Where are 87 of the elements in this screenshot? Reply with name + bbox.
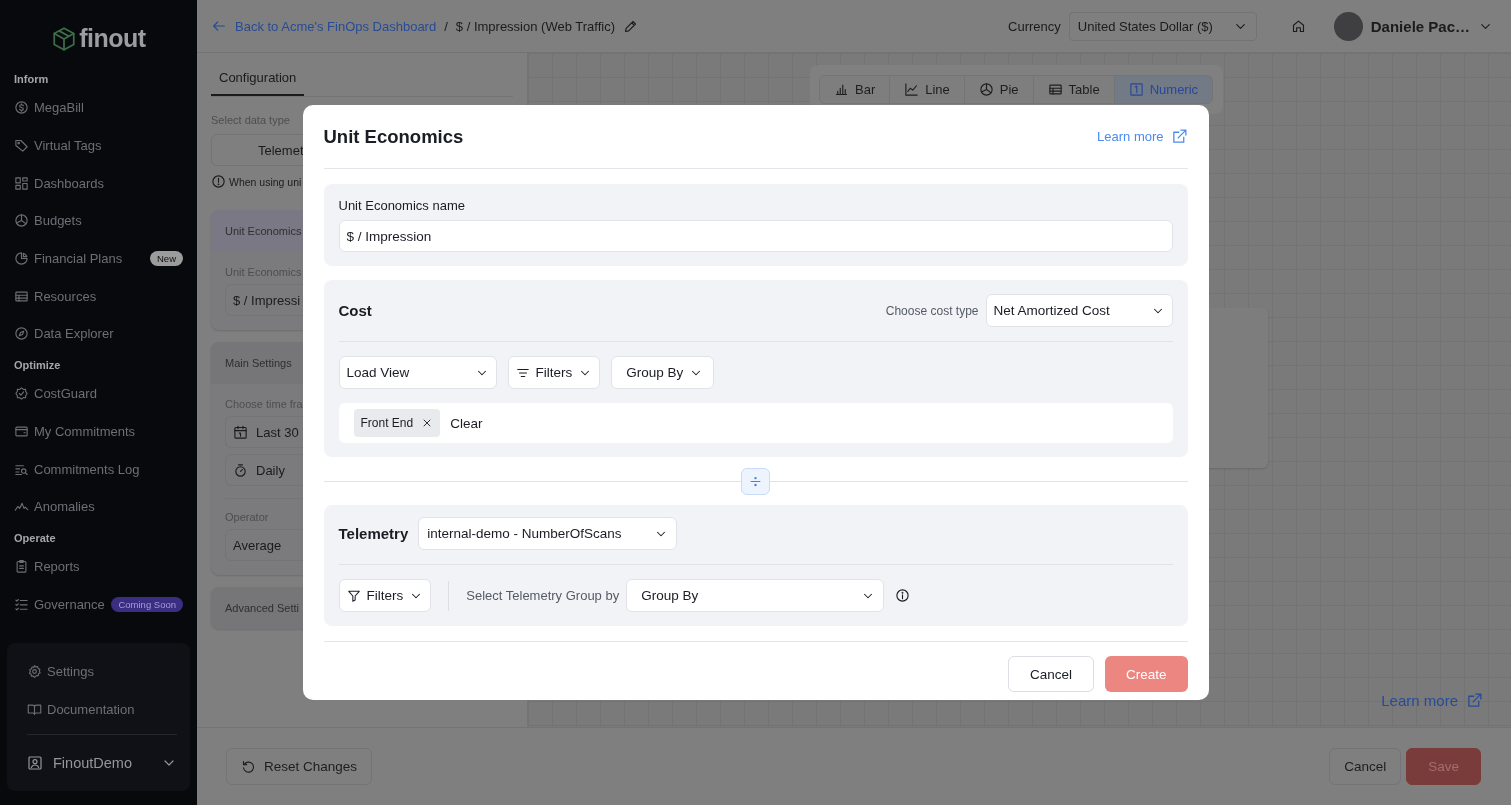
nav-item[interactable]: Dashboards (34, 175, 183, 191)
calendar-icon (233, 424, 248, 440)
checklist-icon (14, 596, 29, 612)
badge-check-icon (14, 386, 29, 402)
pencil-icon (623, 18, 638, 34)
section-title: Cost (338, 302, 372, 319)
section-title: Operate (13, 530, 57, 546)
settings-icon (27, 663, 42, 679)
external-link-icon (1170, 128, 1188, 145)
pie-chart-icon (14, 213, 29, 229)
chart-type-tab[interactable]: Bar (819, 75, 891, 104)
chart-type-tab[interactable]: Pie (963, 75, 1034, 104)
dollar-icon (14, 100, 29, 116)
reset-button[interactable]: Reset Changes (226, 748, 373, 785)
nav-item[interactable]: Documentation (47, 701, 177, 717)
clear-link[interactable]: Clear (450, 415, 483, 431)
filters-button[interactable]: Filters (338, 579, 432, 612)
table-icon (1047, 82, 1063, 97)
back-link[interactable]: Back to Acme's FinOps Dashboard (235, 18, 437, 34)
section-title: Telemetry (338, 525, 409, 542)
info-icon (895, 588, 911, 603)
group-by-select[interactable]: Group By (611, 356, 715, 389)
nav-item[interactable]: Financial Plans (34, 251, 145, 267)
load-view-select[interactable]: Load View (338, 356, 497, 389)
currency-label: Currency (1008, 18, 1061, 34)
nav-item[interactable]: MegaBill (34, 100, 183, 116)
currency-select[interactable]: United States Dollar ($) (1068, 11, 1257, 41)
field-label: Unit Economics name (338, 198, 466, 213)
account-name[interactable]: FinoutDemo (53, 755, 151, 771)
pie-chart-icon (978, 82, 994, 97)
number-icon (1128, 82, 1144, 97)
reset-icon (241, 759, 256, 774)
user-name[interactable]: Daniele Pac… (1370, 17, 1470, 35)
cube-icon (51, 25, 78, 52)
bar-chart-icon (834, 82, 849, 97)
table-icon (14, 288, 29, 304)
tab[interactable]: Configuration (211, 65, 305, 96)
page-title: $ / Impression (Web Traffic) (455, 18, 615, 34)
chart-type-tab[interactable]: Table (1032, 75, 1115, 104)
nav-item[interactable]: CostGuard (34, 386, 183, 402)
filter-chip[interactable]: Front End (353, 409, 441, 437)
back-arrow-icon (211, 18, 227, 34)
nav-item[interactable]: Budgets (34, 213, 183, 229)
alert-icon (211, 174, 226, 189)
dialog-title: Unit Economics (323, 125, 465, 148)
nav-item[interactable]: Data Explorer (34, 326, 183, 342)
breadcrumb-separator: / (444, 18, 448, 34)
cancel-button[interactable]: Cancel (1007, 656, 1094, 692)
name-field[interactable]: $ / Impression (338, 220, 1173, 252)
nav-item[interactable]: Virtual Tags (34, 138, 183, 154)
cost-type-select[interactable]: Net Amortized Cost (985, 294, 1173, 327)
chart-type-tab[interactable]: Line (889, 75, 965, 104)
nav-badge: Coming Soon (111, 596, 183, 612)
clipboard-icon (14, 558, 29, 574)
field-label: Choose cost type (885, 303, 979, 318)
nav-item[interactable]: Settings (47, 663, 177, 679)
stopwatch-icon (233, 462, 248, 478)
note-text: When using uni (229, 175, 302, 188)
wallet-icon (14, 423, 29, 439)
nav-item[interactable]: Governance (34, 596, 107, 612)
line-chart-icon (904, 82, 920, 97)
nav-item[interactable]: Resources (34, 288, 183, 304)
avatar[interactable] (1333, 11, 1363, 41)
compass-icon (14, 326, 29, 342)
field-label: Select Telemetry Group by (466, 588, 620, 603)
home-icon (1290, 18, 1306, 34)
section-title: Optimize (13, 357, 62, 373)
book-icon (27, 701, 42, 717)
cancel-button[interactable]: Cancel (1329, 748, 1402, 785)
user-icon (27, 755, 43, 771)
learn-more-link[interactable]: Learn more (1097, 129, 1164, 144)
filters-button[interactable]: Filters (507, 356, 601, 389)
group-by-select[interactable]: Group By (626, 579, 885, 612)
divide-button[interactable] (741, 467, 770, 495)
logo-text: finout (79, 24, 146, 53)
nav-badge: New (150, 251, 183, 267)
pie-chart-icon (14, 251, 29, 267)
section-title: Inform (13, 72, 50, 87)
nav-item[interactable]: Commitments Log (34, 461, 183, 477)
nav-item[interactable]: My Commitments (34, 423, 183, 439)
telemetry-select[interactable]: internal-demo - NumberOfScans (418, 517, 678, 550)
nav-item[interactable]: Anomalies (34, 499, 183, 515)
tag-icon (14, 138, 29, 154)
funnel-icon (346, 588, 361, 603)
external-link-icon (1466, 692, 1483, 709)
nav-item[interactable]: Reports (34, 558, 183, 574)
grid-icon (14, 175, 29, 191)
